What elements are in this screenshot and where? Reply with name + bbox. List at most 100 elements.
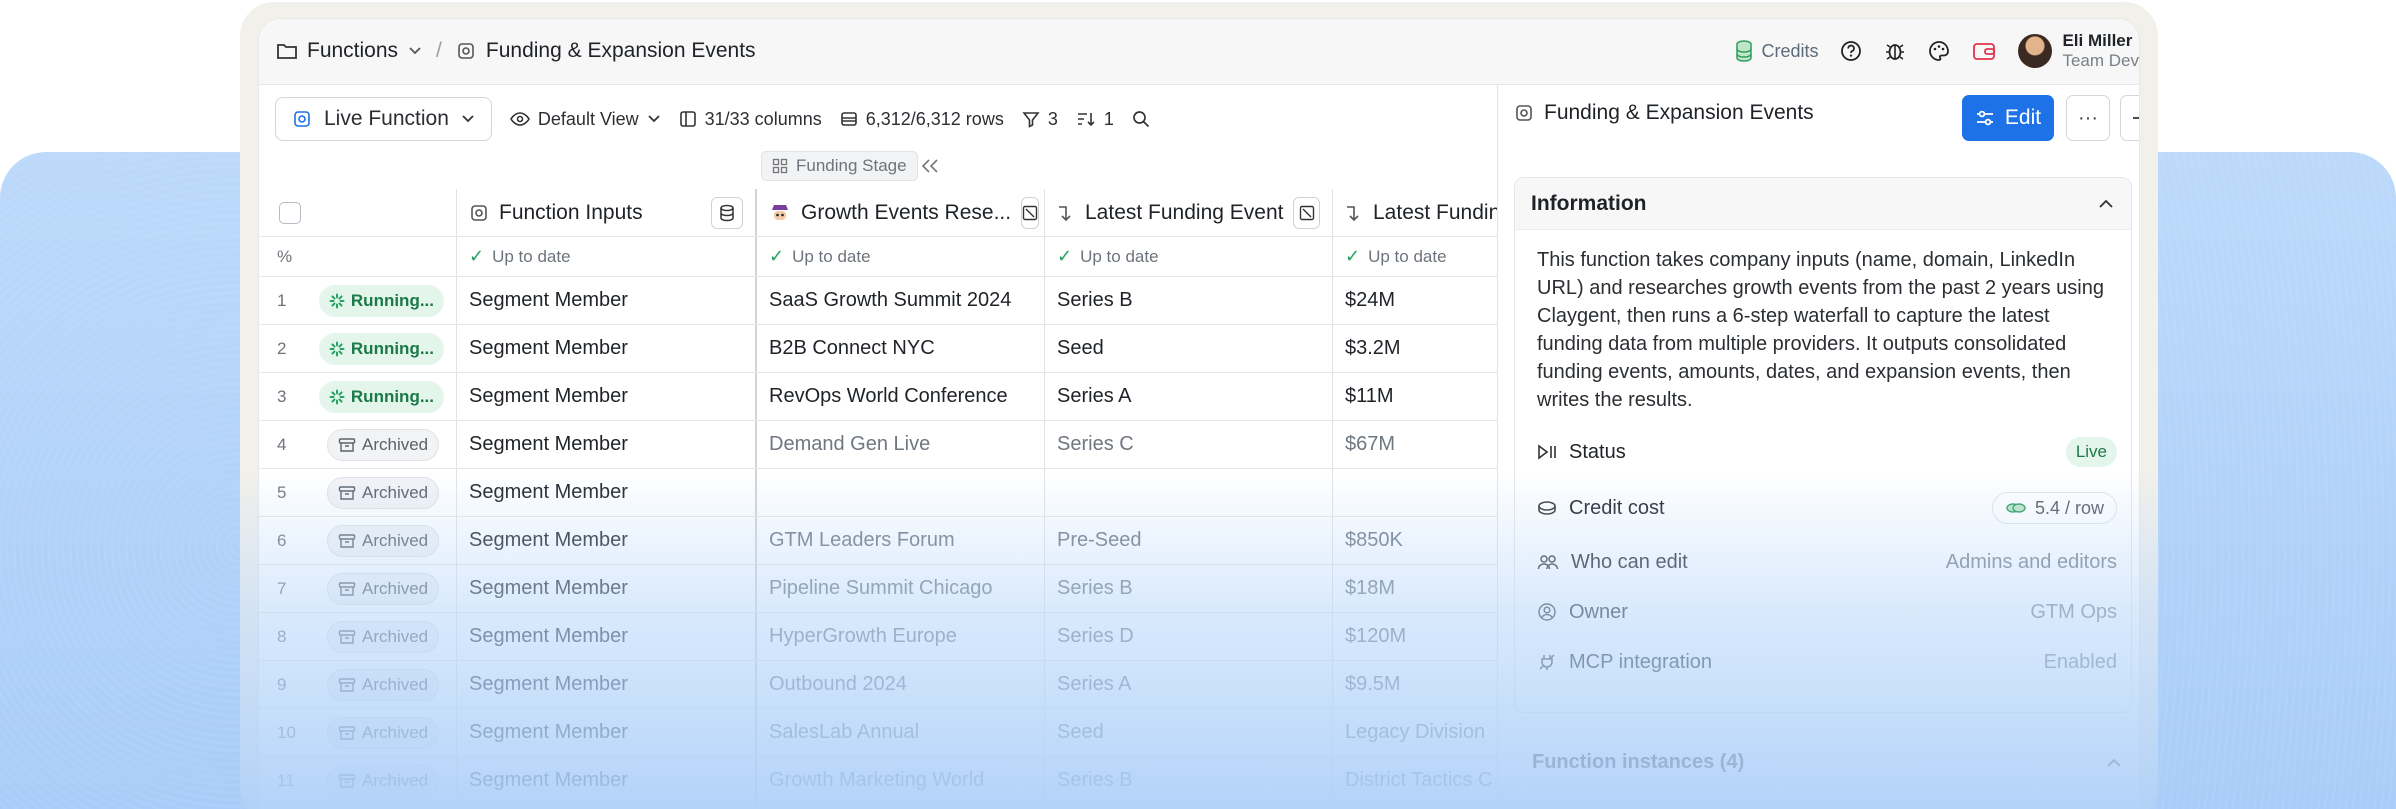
growth-event-cell[interactable]: Growth Marketing World [757, 757, 1045, 804]
table-row[interactable]: 10 Archived Segment Member SalesLab Annual S… [259, 709, 1497, 757]
chevron-down-icon[interactable] [408, 46, 422, 56]
select-all-checkbox[interactable] [279, 201, 301, 224]
function-input-cell[interactable]: Segment Member [457, 421, 757, 468]
funding-amount-cell[interactable]: $11M [1333, 373, 1497, 420]
row-state-badge[interactable]: Archived [327, 572, 440, 605]
funding-stage-cell[interactable]: Series D [1045, 613, 1333, 660]
growth-event-cell[interactable]: B2B Connect NYC [757, 325, 1045, 372]
funding-amount-cell[interactable]: $24M [1333, 277, 1497, 324]
search-icon[interactable] [1132, 110, 1150, 128]
view-dropdown[interactable]: Default View [509, 109, 661, 130]
database-icon[interactable] [711, 196, 743, 229]
table-row[interactable]: 5 Archived Segment Member [259, 469, 1497, 517]
row-state-badge[interactable]: Archived [327, 620, 440, 653]
function-input-cell[interactable]: Segment Member [457, 613, 757, 660]
funding-amount-cell[interactable]: $67M [1333, 421, 1497, 468]
column-header-latest-funding[interactable]: Latest Fundin [1333, 189, 1497, 236]
funding-stage-cell[interactable]: Series A [1045, 661, 1333, 708]
table-row[interactable]: 1 Running... Segment Member SaaS Growth Sum… [259, 277, 1497, 325]
help-icon[interactable] [1840, 40, 1862, 62]
growth-event-cell[interactable]: SaaS Growth Summit 2024 [757, 277, 1045, 324]
function-input-cell[interactable]: Segment Member [457, 277, 757, 324]
row-state-badge[interactable]: Archived [327, 668, 440, 701]
table-row[interactable]: 3 Running... Segment Member RevOps World Co… [259, 373, 1497, 421]
row-state-badge[interactable]: Archived [327, 428, 440, 461]
palette-icon[interactable] [1928, 40, 1950, 62]
column-header-function-inputs[interactable]: Function Inputs [457, 189, 757, 236]
close-panel-button[interactable] [2120, 95, 2139, 141]
function-input-cell[interactable]: Segment Member [457, 565, 757, 612]
edit-button[interactable]: Edit [1962, 95, 2054, 141]
agent-icon [769, 202, 791, 224]
function-input-cell[interactable]: Segment Member [457, 325, 757, 372]
funding-stage-cell[interactable]: Pre-Seed [1045, 517, 1333, 564]
breadcrumb-root[interactable]: Functions [307, 39, 398, 63]
funding-amount-cell[interactable]: District Tactics C [1333, 757, 1497, 804]
table-row[interactable]: 11 Archived Segment Member Growth Marketing… [259, 757, 1497, 805]
user-menu[interactable]: Eli Miller Team Dev [2018, 31, 2139, 71]
sort-button[interactable]: 1 [1076, 109, 1114, 130]
function-input-cell[interactable]: Segment Member [457, 709, 757, 756]
funding-amount-cell[interactable]: Legacy Division [1333, 709, 1497, 756]
live-function-dropdown[interactable]: Live Function [275, 97, 492, 141]
columns-button[interactable]: 31/33 columns [679, 109, 822, 130]
funding-stage-cell[interactable]: Series B [1045, 565, 1333, 612]
table-row[interactable]: 7 Archived Segment Member Pipeline Summit C… [259, 565, 1497, 613]
funding-stage-cell[interactable] [1045, 469, 1333, 516]
column-header-latest-funding-event[interactable]: Latest Funding Event [1045, 189, 1333, 236]
growth-event-cell[interactable]: GTM Leaders Forum [757, 517, 1045, 564]
row-state-badge[interactable]: Archived [327, 524, 440, 557]
growth-event-cell[interactable]: HyperGrowth Europe [757, 613, 1045, 660]
table-row[interactable]: 6 Archived Segment Member GTM Leaders Forum… [259, 517, 1497, 565]
row-state-badge[interactable]: Running... [318, 380, 444, 413]
funding-amount-cell[interactable]: $18M [1333, 565, 1497, 612]
funding-stage-cell[interactable]: Seed [1045, 325, 1333, 372]
funding-stage-cell[interactable]: Seed [1045, 709, 1333, 756]
chevron-up-icon[interactable] [2097, 198, 2115, 210]
function-input-cell[interactable]: Segment Member [457, 373, 757, 420]
table-row[interactable]: 2 Running... Segment Member B2B Connect NYC… [259, 325, 1497, 373]
funding-amount-cell[interactable]: $850K [1333, 517, 1497, 564]
column-group-chip[interactable]: Funding Stage [761, 151, 918, 181]
expand-icon[interactable] [1293, 196, 1320, 229]
credits-button[interactable]: Credits [1735, 40, 1818, 62]
table-row[interactable]: 8 Archived Segment Member HyperGrowth Europ… [259, 613, 1497, 661]
rows-button[interactable]: 6,312/6,312 rows [840, 109, 1004, 130]
row-state-badge[interactable]: Archived [327, 764, 440, 797]
function-input-cell[interactable]: Segment Member [457, 469, 757, 516]
filter-button[interactable]: 3 [1022, 109, 1058, 130]
chevron-up-icon[interactable] [2105, 757, 2123, 769]
growth-event-cell[interactable] [757, 469, 1045, 516]
growth-event-cell[interactable]: Outbound 2024 [757, 661, 1045, 708]
funding-stage-cell[interactable]: Series B [1045, 277, 1333, 324]
table-row[interactable]: 4 Archived Segment Member Demand Gen Live Se… [259, 421, 1497, 469]
column-header-growth-events[interactable]: Growth Events Rese... [757, 189, 1045, 236]
function-input-cell[interactable]: Segment Member [457, 757, 757, 804]
funding-stage-cell[interactable]: Series A [1045, 373, 1333, 420]
table-row[interactable]: 9 Archived Segment Member Outbound 2024 Seri… [259, 661, 1497, 709]
wallet-icon[interactable] [1972, 40, 1996, 62]
funding-stage-cell[interactable]: Series C [1045, 421, 1333, 468]
growth-event-cell[interactable]: Demand Gen Live [757, 421, 1045, 468]
row-state-badge[interactable]: Archived [327, 716, 440, 749]
funding-amount-cell[interactable]: $120M [1333, 613, 1497, 660]
row-state-badge[interactable]: Running... [318, 332, 444, 365]
collapse-group-icon[interactable] [915, 151, 945, 181]
function-instances-section[interactable]: Function instances (4) [1532, 751, 2123, 774]
funding-amount-cell[interactable]: $3.2M [1333, 325, 1497, 372]
funding-amount-cell[interactable] [1333, 469, 1497, 516]
growth-event-cell[interactable]: Pipeline Summit Chicago [757, 565, 1045, 612]
expand-icon[interactable] [1021, 196, 1040, 229]
function-input-cell[interactable]: Segment Member [457, 517, 757, 564]
more-options-button[interactable]: ··· [2066, 95, 2110, 141]
growth-event-cell[interactable]: RevOps World Conference [757, 373, 1045, 420]
function-input-cell[interactable]: Segment Member [457, 661, 757, 708]
row-state-badge[interactable]: Running... [318, 284, 444, 317]
funding-stage-cell[interactable]: Series B [1045, 757, 1333, 804]
information-header[interactable]: Information [1515, 178, 2131, 230]
bug-icon[interactable] [1884, 40, 1906, 62]
cell-value: Segment Member [469, 721, 628, 743]
funding-amount-cell[interactable]: $9.5M [1333, 661, 1497, 708]
growth-event-cell[interactable]: SalesLab Annual [757, 709, 1045, 756]
row-state-badge[interactable]: Archived [327, 476, 440, 509]
